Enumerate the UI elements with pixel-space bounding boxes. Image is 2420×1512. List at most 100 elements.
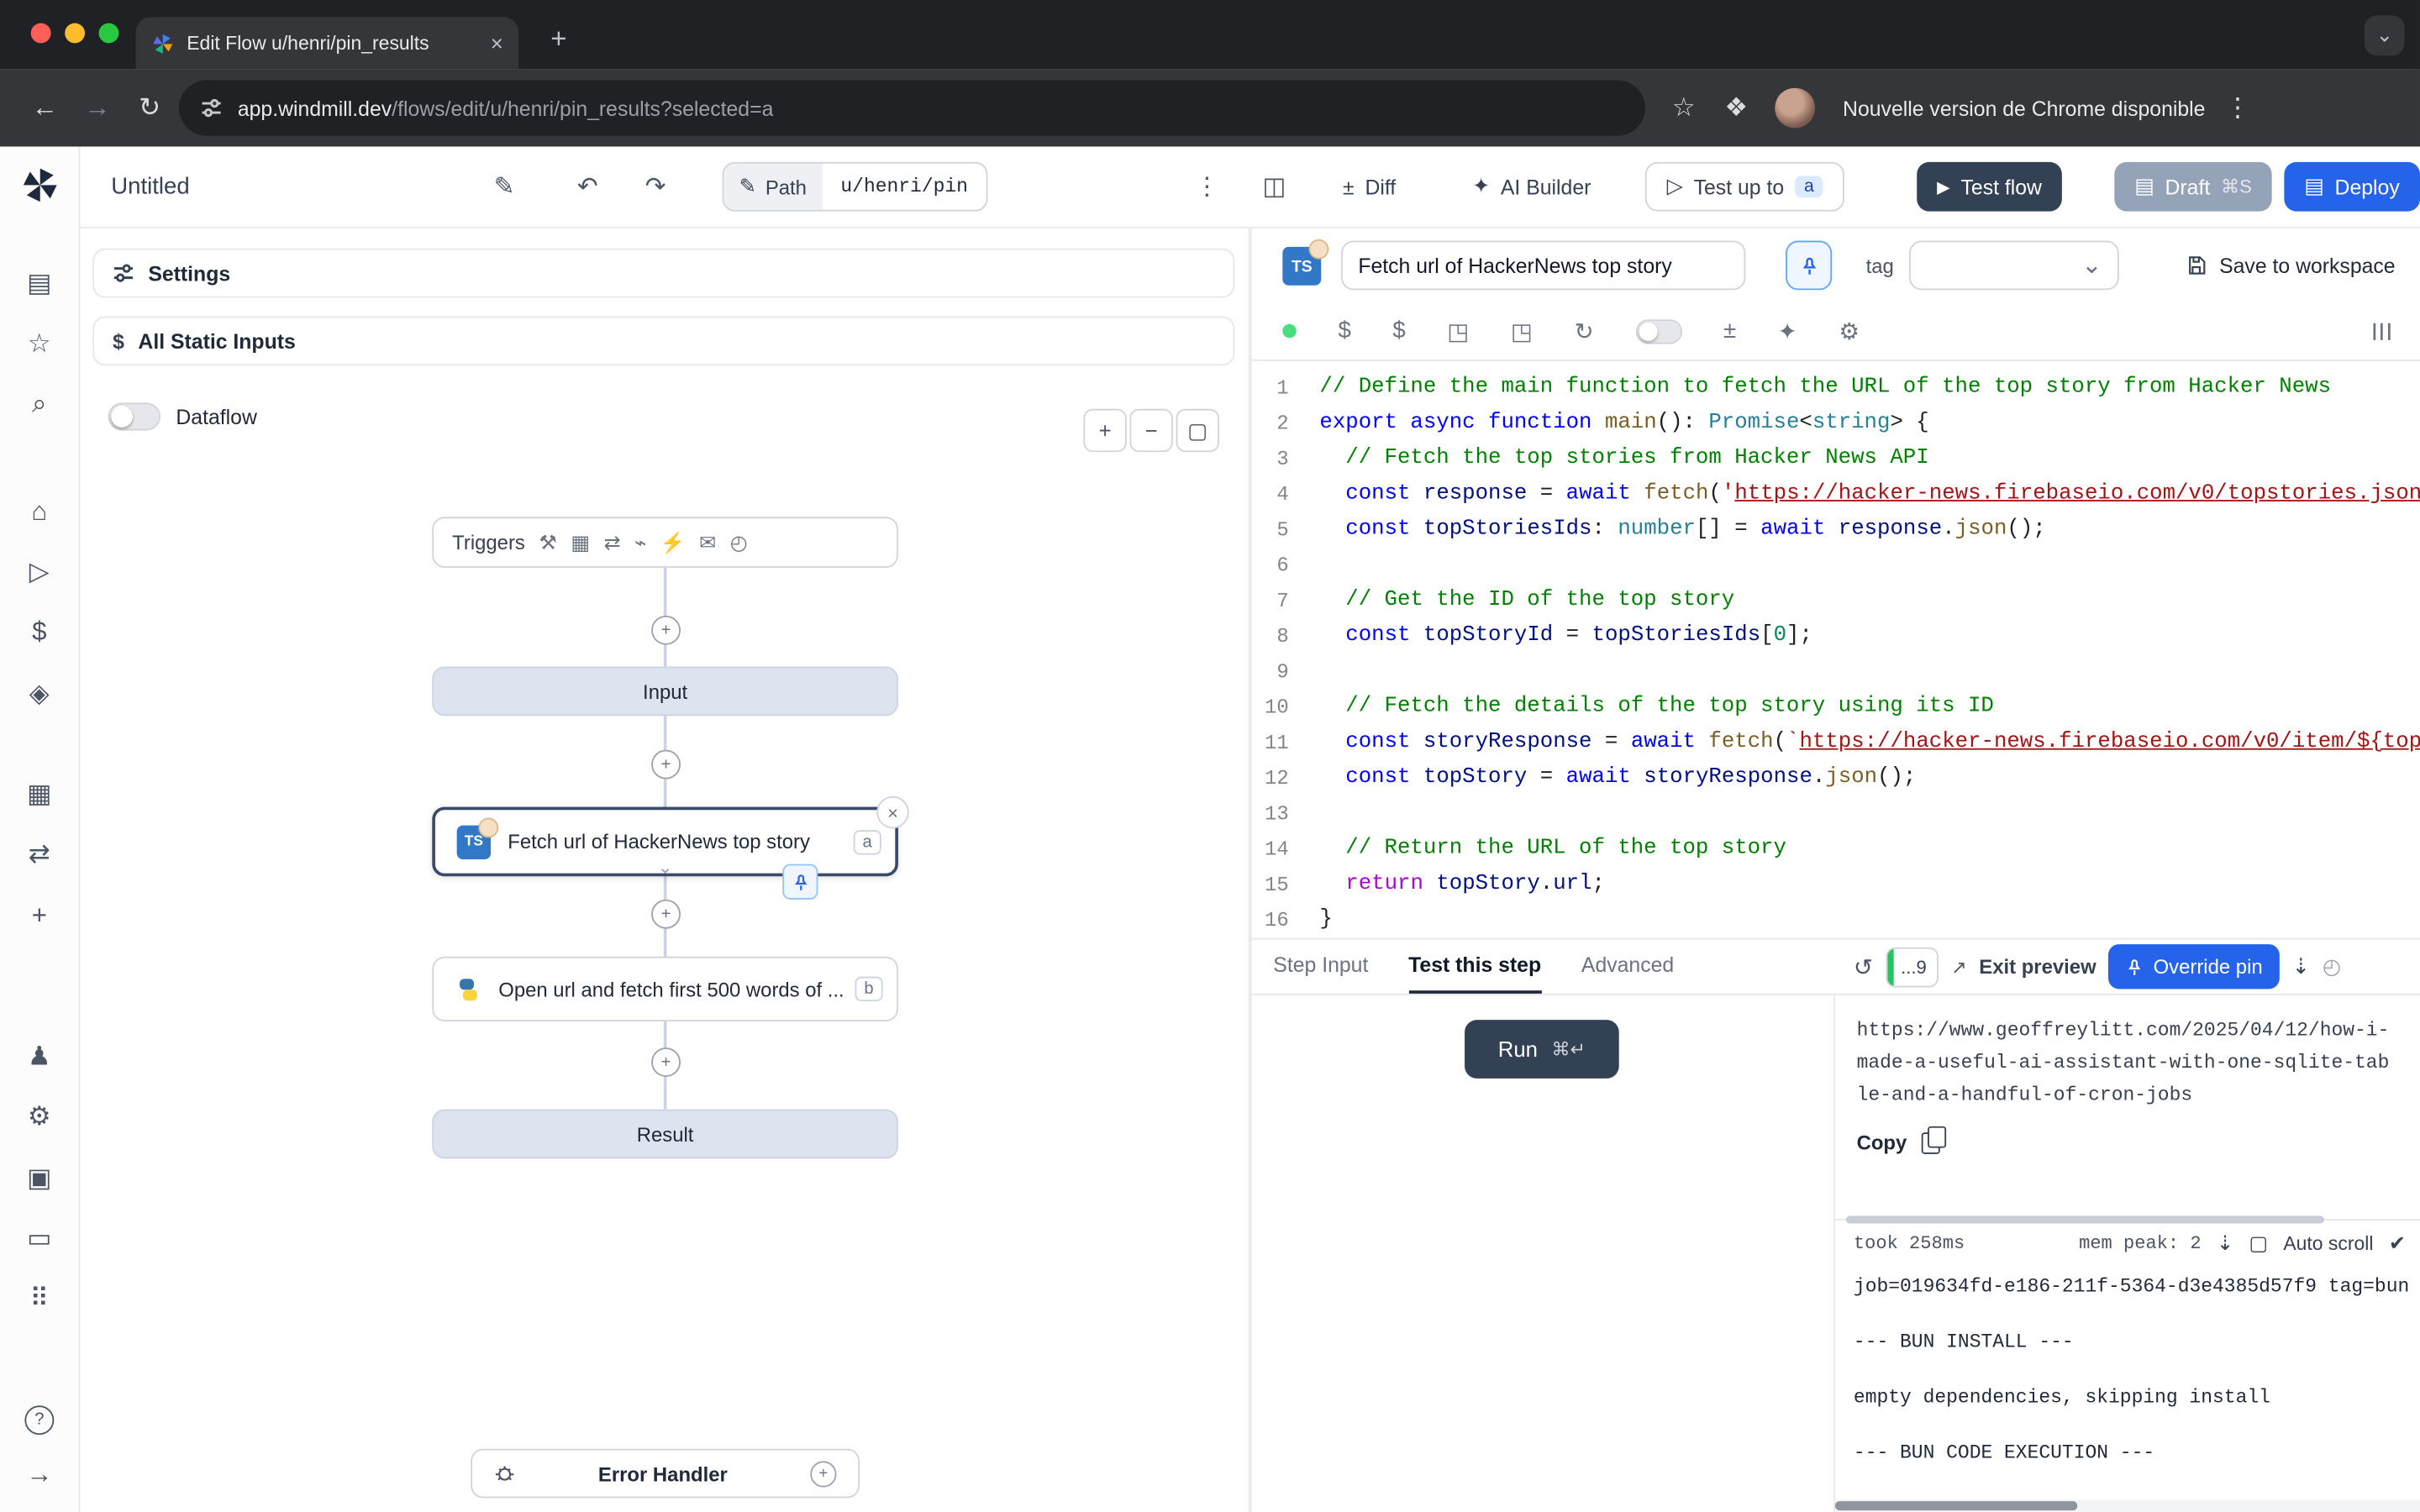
settings-icon[interactable]: ⚙ [16,1094,62,1140]
help-icon[interactable] [16,1396,62,1442]
copy-button[interactable]: Copy [1857,1131,2401,1154]
webhook-icon[interactable]: ⚒ [539,530,556,554]
diff-icon[interactable]: ± [1723,318,1736,344]
variables-icon[interactable]: $ [1338,318,1350,344]
code-line[interactable]: 7 // Get the ID of the top story [1252,583,2420,618]
windmill-logo[interactable] [20,165,60,206]
docs-icon[interactable]: ▤ [16,260,62,307]
test-flow-button[interactable]: ▶ Test flow [1917,162,2062,212]
hscrollbar-thumb[interactable] [1835,1501,2077,1510]
path-chip[interactable]: ✎Path u/henri/pin [723,162,988,212]
code-line[interactable]: 5 const topStoriesIds: number[] = await … [1252,512,2420,548]
zoom-out-button[interactable]: − [1129,409,1172,452]
code-line[interactable]: 8 const topStoryId = topStoriesIds[0]; [1252,619,2420,654]
result-node[interactable]: Result [432,1110,898,1159]
insert-step-button[interactable]: + [651,900,681,929]
code-editor[interactable]: 1// Define the main function to fetch th… [1252,361,2420,938]
add-icon[interactable]: + [16,893,62,939]
variables-icon[interactable]: $ [16,610,62,656]
apps-icon[interactable]: ⠿ [16,1276,62,1322]
code-line[interactable]: 9 [1252,654,2420,690]
zoom-in-button[interactable]: + [1083,409,1126,452]
triggers-node[interactable]: Triggers ⚒▦⇄⌁⚡✉◴ [432,517,898,568]
job-history-chip[interactable]: ...9 [1886,947,1939,987]
tab-search-chevron-icon[interactable]: ⌄ [2365,15,2405,55]
browser-tab[interactable]: Edit Flow u/henri/pin_results × [136,17,519,69]
package-icon[interactable]: ◳ [1447,317,1469,344]
download-result-icon[interactable]: ⇣ [2292,953,2311,979]
step-b-node[interactable]: Open url and fetch first 500 words of ..… [432,957,898,1021]
settings-row[interactable]: Settings [92,249,1234,298]
input-node[interactable]: Input [432,666,898,716]
email-icon[interactable]: ✉ [699,530,716,554]
draft-button[interactable]: ▤ Draft ⌘S [2114,162,2271,212]
diff-button[interactable]: ±Diff [1334,162,1405,212]
code-line[interactable]: 16} [1252,902,2420,937]
external-link-icon[interactable]: ↗ [1951,956,1966,978]
tab-step-input[interactable]: Step Input [1273,940,1368,994]
home-icon[interactable]: ⌂ [16,489,62,535]
override-pin-button[interactable]: Override pin [2108,944,2280,989]
http-route-icon[interactable]: ⇄ [603,530,620,554]
edit-name-pencil-icon[interactable]: ✎ [494,171,515,202]
favorites-icon[interactable]: ☆ [16,321,62,367]
redo-icon[interactable]: ↷ [645,171,666,202]
code-line[interactable]: 13 [1252,796,2420,832]
flow-name[interactable]: Untitled [111,174,189,200]
tag-select[interactable]: ⌄ [1909,241,2119,291]
expand-logs-icon[interactable]: ▢ [2249,1231,2268,1256]
error-handler-node[interactable]: Error Handler + [471,1449,860,1499]
new-tab-button[interactable]: + [537,17,580,60]
chevron-down-icon[interactable]: ⌄ [657,856,672,878]
remove-step-icon[interactable]: × [876,796,909,829]
code-line[interactable]: 2export async function main(): Promise<s… [1252,406,2420,441]
step-title-input[interactable] [1341,241,1745,291]
schedules-icon[interactable]: ▦ [16,771,62,817]
window-close-button[interactable] [31,24,51,44]
log-hscrollbar[interactable] [1835,1499,2420,1512]
code-line[interactable]: 3 // Fetch the top stories from Hacker N… [1252,441,2420,476]
ai-assist-icon[interactable]: ✦ [1778,317,1797,344]
flow-preview-book-icon[interactable]: ◫ [1262,171,1286,202]
dataflow-toggle[interactable] [108,402,160,430]
all-static-inputs-row[interactable]: $ All Static Inputs [92,317,1234,366]
code-line[interactable]: 10 // Fetch the details of the top story… [1252,690,2420,725]
test-up-to-button[interactable]: ▷ Test up to a [1645,162,1845,212]
history-icon[interactable]: ↺ [1854,953,1873,980]
folders-icon[interactable]: ▭ [16,1215,62,1262]
insert-step-button[interactable]: + [651,616,681,645]
reload-icon[interactable]: ↻ [1575,317,1594,344]
poll-icon[interactable]: ◴ [730,530,748,554]
profile-avatar[interactable] [1775,88,1815,129]
undo-icon[interactable]: ↶ [577,171,598,202]
code-line[interactable]: 1// Define the main function to fetch th… [1252,370,2420,406]
runs-icon[interactable]: ▷ [16,549,62,596]
resources-dollar-icon[interactable]: $ [1392,318,1405,344]
event-icon[interactable]: ⚡ [660,530,686,554]
save-to-workspace-button[interactable]: Save to workspace [2186,241,2396,291]
library-icon[interactable]: ☰ [2366,321,2394,342]
window-minimize-button[interactable] [65,24,85,44]
websocket-icon[interactable]: ⌁ [634,530,646,554]
insert-step-button[interactable]: + [651,1047,681,1077]
fit-view-button[interactable]: ▢ [1176,409,1219,452]
code-line[interactable]: 15 return topStory.url; [1252,867,2420,902]
chrome-update-notice[interactable]: Nouvelle version de Chrome disponible [1843,97,2205,120]
routes-icon[interactable]: ⇄ [16,832,62,878]
collapse-icon[interactable]: → [16,1452,62,1498]
resources-icon[interactable]: ◈ [16,671,62,717]
reload-icon[interactable]: ↻ [124,81,176,134]
code-line[interactable]: 6 [1252,548,2420,583]
dependencies-icon[interactable]: ◳ [1511,317,1533,344]
step-a-node[interactable]: TS Fetch url of HackerNews top story a ×… [432,807,898,877]
result-url[interactable]: https://www.geoffreylitt.com/2025/04/12/… [1857,1016,2401,1113]
log-panel[interactable]: took 258ms mem peak: 2 ⇣ ▢ Auto scroll ✔… [1835,1219,2420,1499]
extensions-icon[interactable]: ❖ [1710,81,1762,134]
pin-toggle-button[interactable] [1786,241,1832,291]
add-error-handler-icon[interactable]: + [810,1460,836,1486]
node-pin-indicator[interactable] [782,864,818,900]
search-icon[interactable]: ⌕ [16,381,62,428]
editor-settings-gear-icon[interactable]: ⚙ [1839,317,1860,344]
bookmark-star-icon[interactable]: ☆ [1658,81,1710,134]
code-line[interactable]: 4 const response = await fetch('https://… [1252,477,2420,512]
